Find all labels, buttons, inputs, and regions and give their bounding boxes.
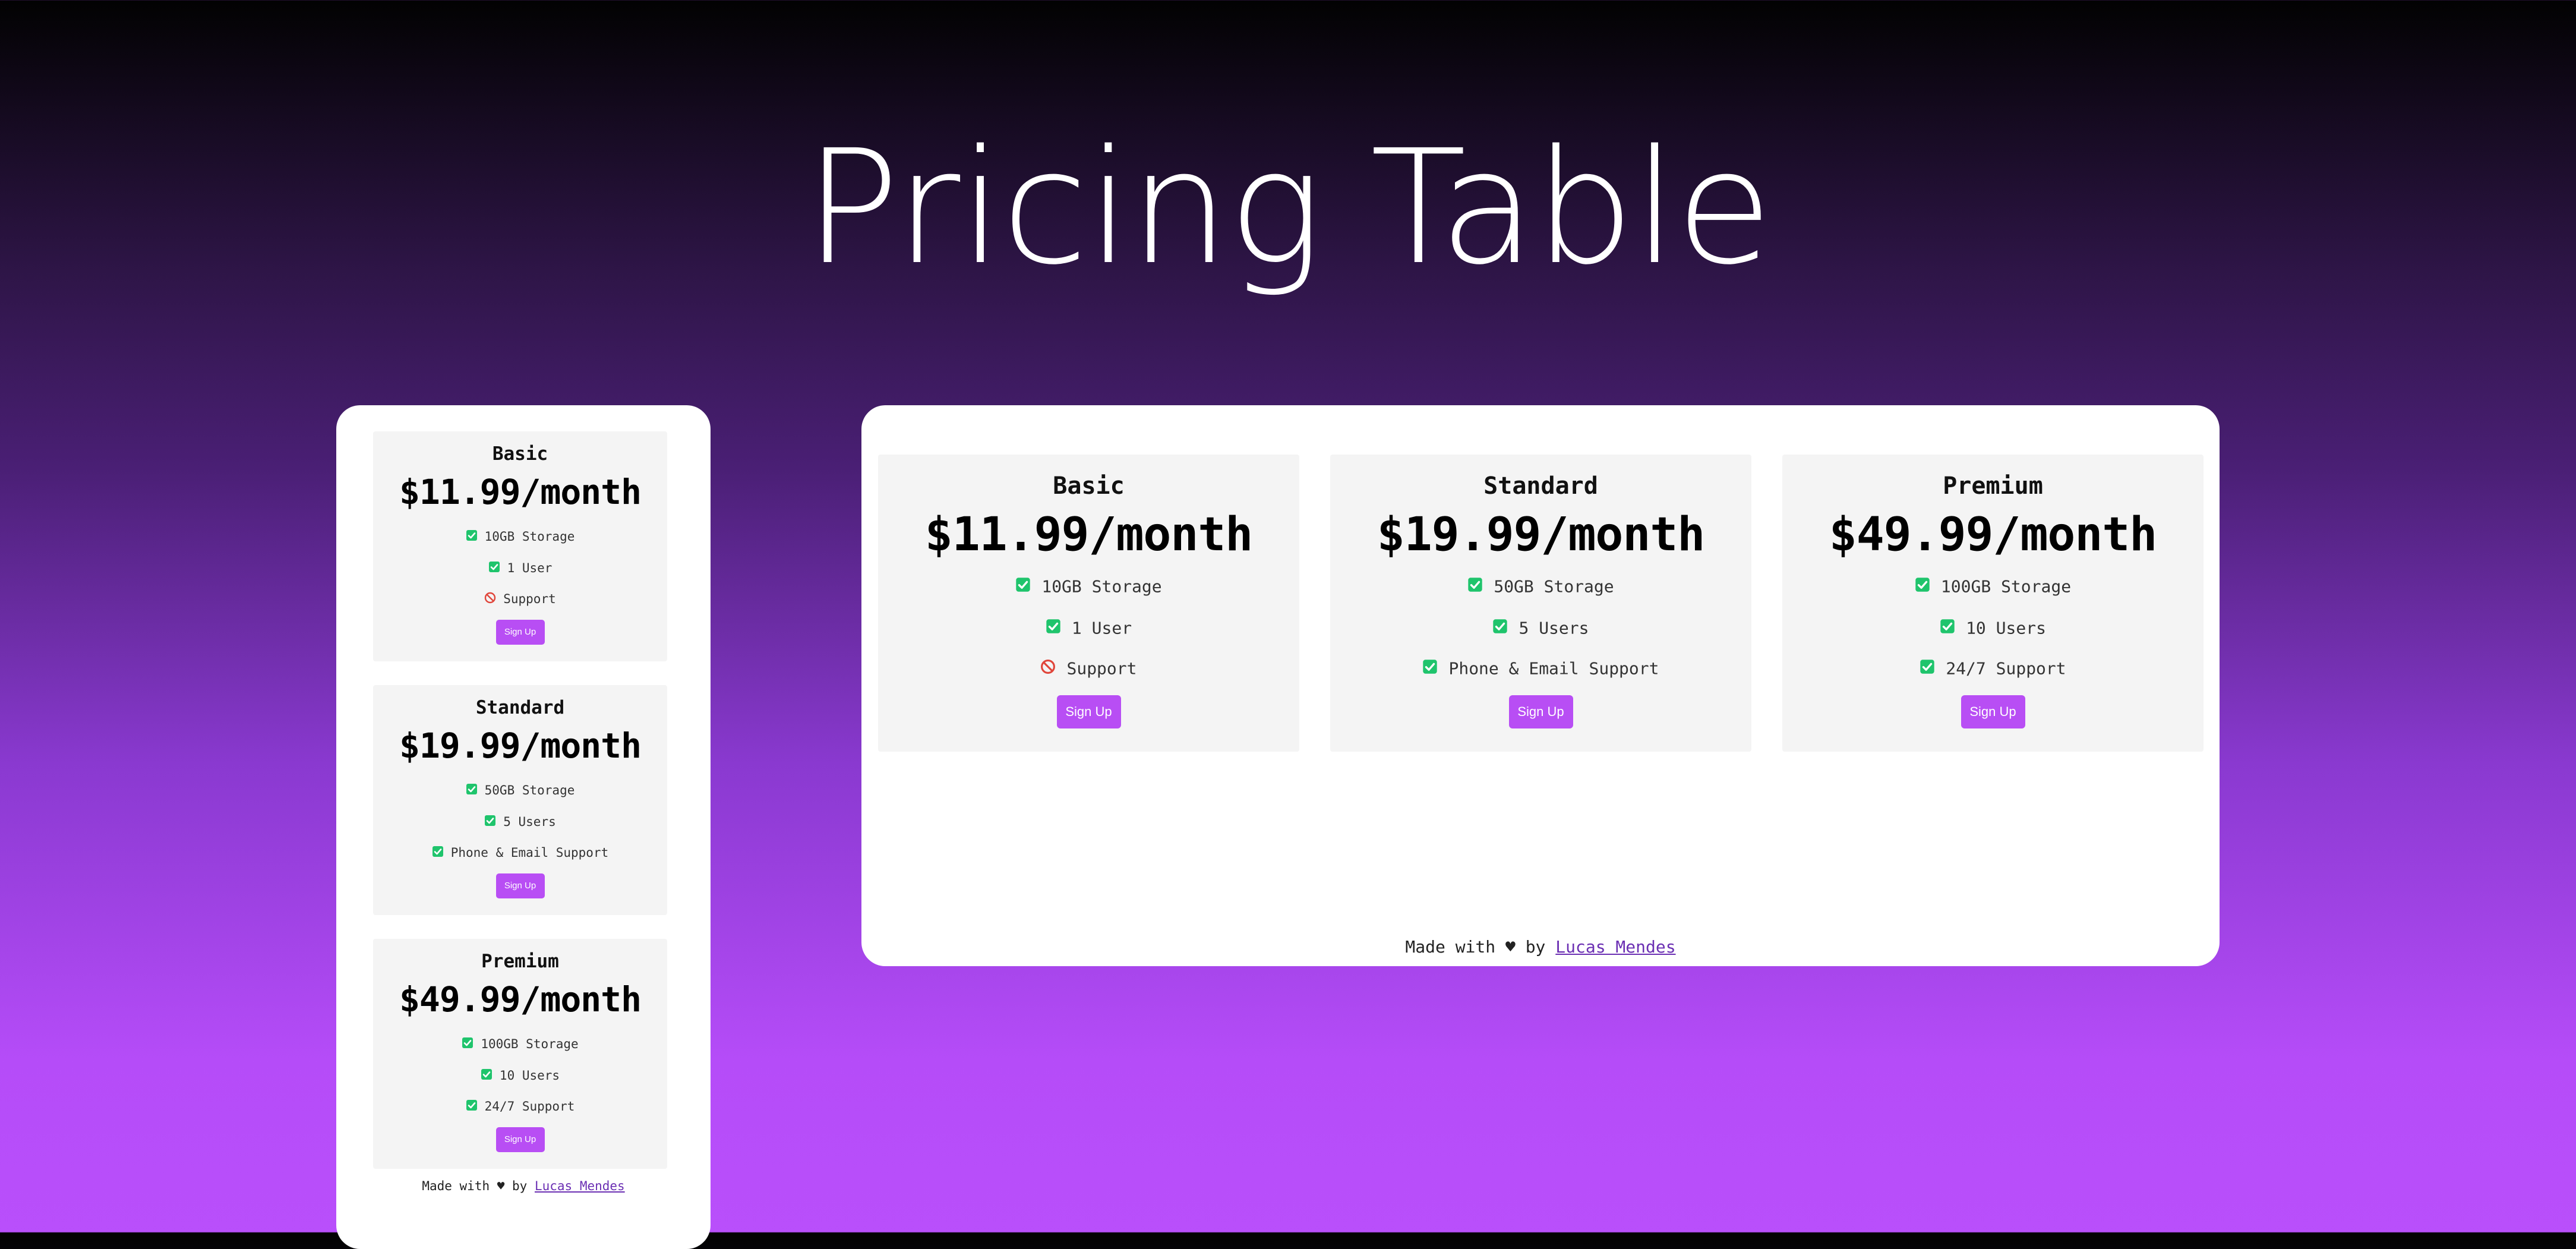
pricing-card-standard: Standard $19.99/month 50GB Storage 5 Use… [1330, 455, 1751, 752]
feature-label: 50GB Storage [484, 783, 575, 797]
sign-up-button[interactable]: Sign Up [1056, 695, 1121, 728]
feature-label: 10 Users [499, 1068, 560, 1083]
plan-price: $11.99/month [924, 508, 1254, 562]
pricing-card-premium: Premium $49.99/month 100GB Storage 10 Us… [1782, 455, 2204, 752]
plan-price: $19.99/month [1377, 508, 1706, 562]
feature-item: 10GB Storage [878, 576, 1299, 597]
plan-price: $19.99/month [399, 726, 642, 766]
sign-up-button[interactable]: Sign Up [1961, 695, 2025, 728]
feature-item: 100GB Storage [373, 1036, 667, 1052]
feature-item: Support [373, 591, 667, 607]
check-icon [1046, 619, 1061, 638]
check-icon [1940, 619, 1955, 638]
footer-prefix: Made with ♥ by [1405, 937, 1556, 957]
check-icon [1915, 577, 1930, 597]
feature-label: 100GB Storage [1940, 576, 2072, 597]
feature-label: 10GB Storage [484, 529, 575, 544]
sign-up-button[interactable]: Sign Up [1508, 695, 1573, 728]
feature-label: Phone & Email Support [450, 846, 609, 860]
feature-item: Support [878, 658, 1299, 679]
plan-name: Basic [1053, 472, 1125, 500]
feature-item: 5 Users [373, 814, 667, 829]
feature-label: 24/7 Support [484, 1099, 575, 1114]
check-icon [481, 1068, 493, 1083]
plan-name: Premium [481, 951, 559, 972]
feature-item: 10 Users [373, 1068, 667, 1083]
feature-item: Phone & Email Support [373, 845, 667, 860]
pricing-card-standard: Standard $19.99/month 50GB Storage 5 Use… [373, 685, 667, 915]
feature-item: 50GB Storage [373, 783, 667, 798]
author-link[interactable]: Lucas Mendes [535, 1179, 625, 1193]
feature-item: 50GB Storage [1330, 576, 1751, 597]
feature-label: 10 Users [1966, 618, 2046, 638]
feature-item: 1 User [373, 560, 667, 576]
blocked-icon [1040, 659, 1056, 679]
check-icon [1015, 577, 1031, 597]
mobile-preview-panel: Basic $11.99/month 10GB Storage 1 User S… [336, 405, 711, 1249]
check-icon [1467, 577, 1483, 597]
feature-item: Phone & Email Support [1330, 658, 1751, 679]
pricing-card-premium: Premium $49.99/month 100GB Storage 10 Us… [373, 939, 667, 1169]
plan-price: $49.99/month [399, 979, 642, 1020]
feature-label: 100GB Storage [481, 1037, 579, 1051]
feature-item: 10GB Storage [373, 529, 667, 544]
sign-up-button[interactable]: Sign Up [495, 620, 545, 645]
feature-label: 5 Users [503, 815, 556, 829]
check-icon [1492, 619, 1508, 638]
footer-prefix: Made with ♥ by [422, 1179, 535, 1193]
check-icon [466, 783, 478, 798]
feature-item: 10 Users [1782, 617, 2204, 638]
feature-item: 1 User [878, 617, 1299, 638]
author-link[interactable]: Lucas Mendes [1555, 937, 1675, 957]
blocked-icon [484, 592, 496, 607]
feature-item: 24/7 Support [373, 1099, 667, 1114]
check-icon [462, 1037, 473, 1052]
check-icon [432, 846, 444, 860]
feature-item: 100GB Storage [1782, 576, 2204, 597]
plan-price: $11.99/month [399, 472, 642, 512]
check-icon [1422, 659, 1438, 679]
plan-name: Basic [492, 443, 548, 465]
feature-label: 24/7 Support [1946, 658, 2066, 679]
plan-name: Premium [1943, 472, 2043, 500]
plan-price: $49.99/month [1829, 508, 2158, 562]
check-icon [488, 561, 500, 576]
feature-label: Support [503, 592, 556, 606]
plan-name: Standard [475, 697, 565, 718]
sign-up-button[interactable]: Sign Up [495, 1127, 545, 1152]
feature-label: 1 User [507, 561, 553, 575]
feature-label: 1 User [1071, 618, 1132, 638]
feature-label: Phone & Email Support [1448, 658, 1659, 679]
feature-label: 10GB Storage [1041, 576, 1162, 597]
check-icon [466, 529, 478, 544]
desktop-preview-panel: Basic $11.99/month 10GB Storage 1 User S… [861, 405, 2220, 966]
check-icon [466, 1099, 478, 1114]
pricing-card-basic: Basic $11.99/month 10GB Storage 1 User S… [373, 431, 667, 661]
feature-label: 5 Users [1519, 618, 1589, 638]
feature-item: 5 Users [1330, 617, 1751, 638]
sign-up-button[interactable]: Sign Up [495, 873, 545, 898]
check-icon [484, 815, 496, 829]
feature-item: 24/7 Support [1782, 658, 2204, 679]
footer-credit: Made with ♥ by Lucas Mendes [336, 1179, 711, 1193]
page-title: Pricing Table [804, 116, 1773, 299]
pricing-card-basic: Basic $11.99/month 10GB Storage 1 User S… [878, 455, 1299, 752]
footer-credit: Made with ♥ by Lucas Mendes [861, 937, 2220, 957]
plan-name: Standard [1483, 472, 1598, 500]
feature-label: 50GB Storage [1494, 576, 1614, 597]
check-icon [1920, 659, 1935, 679]
feature-label: Support [1066, 658, 1137, 679]
